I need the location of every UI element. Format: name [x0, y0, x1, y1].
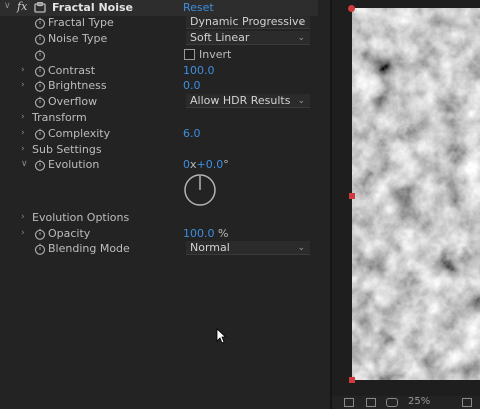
complexity-value[interactable]: 6.0	[183, 127, 201, 140]
expand-caret-icon[interactable]: ›	[21, 128, 25, 138]
evolution-row: ∨ Evolution 0x+0.0°	[0, 157, 318, 173]
complexity-row: › Complexity 6.0	[0, 126, 318, 142]
evolution-angle-dial[interactable]	[183, 173, 217, 207]
stopwatch-icon[interactable]	[34, 65, 46, 77]
chevron-down-icon: ⌄	[297, 243, 305, 253]
evolution-label: Evolution	[48, 158, 100, 171]
stopwatch-icon[interactable]	[34, 228, 46, 240]
blending-mode-dropdown[interactable]: Normal ⌄	[186, 241, 310, 255]
stopwatch-icon[interactable]	[34, 243, 46, 255]
noise-type-row: Noise Type Soft Linear ⌄	[0, 31, 318, 47]
evolution-value[interactable]: 0x+0.0°	[183, 158, 229, 171]
safe-margins-icon[interactable]	[462, 398, 472, 407]
expand-caret-icon[interactable]: ›	[21, 144, 25, 154]
opacity-number[interactable]: 100.0	[183, 227, 215, 240]
evolution-degree-sign: °	[223, 158, 229, 171]
invert-row: Invert	[0, 47, 318, 63]
invert-label: Invert	[199, 48, 232, 61]
snapshot-icon[interactable]	[344, 398, 354, 407]
transparency-grid-icon[interactable]	[386, 398, 398, 407]
expand-caret-icon[interactable]: ›	[21, 80, 25, 90]
chevron-down-icon: ⌄	[297, 96, 305, 106]
overflow-dropdown[interactable]: Allow HDR Results ⌄	[186, 94, 310, 108]
expand-caret-icon[interactable]: ›	[21, 228, 25, 238]
stopwatch-icon[interactable]	[34, 128, 46, 140]
sub-settings-group-row[interactable]: › Sub Settings	[0, 142, 318, 158]
expand-caret-icon[interactable]: ›	[21, 65, 25, 75]
effect-preset-icon[interactable]	[34, 1, 46, 13]
stopwatch-icon[interactable]	[34, 96, 46, 108]
collapse-caret-icon[interactable]: ∨	[4, 1, 11, 11]
brightness-label: Brightness	[48, 79, 107, 92]
evolution-options-group-row[interactable]: › Evolution Options	[0, 210, 318, 226]
blending-mode-value: Normal	[190, 241, 230, 254]
stopwatch-icon[interactable]	[34, 159, 46, 171]
contrast-label: Contrast	[48, 64, 96, 77]
overflow-label: Overflow	[48, 95, 98, 108]
contrast-row: › Contrast 100.0	[0, 63, 318, 79]
contrast-value[interactable]: 100.0	[183, 64, 215, 77]
reset-button[interactable]: Reset	[183, 1, 214, 14]
fractal-type-value: Dynamic Progressive	[190, 15, 306, 28]
sub-settings-label: Sub Settings	[32, 143, 102, 156]
evolution-degrees[interactable]: +0.0	[197, 158, 224, 171]
brightness-value[interactable]: 0.0	[183, 79, 201, 92]
chevron-down-icon: ⌄	[297, 33, 305, 43]
overflow-row: Overflow Allow HDR Results ⌄	[0, 94, 318, 110]
fractal-type-label: Fractal Type	[48, 16, 114, 29]
effect-header[interactable]: ∨ fx Fractal Noise Reset	[0, 0, 318, 16]
transform-group-row[interactable]: › Transform	[0, 110, 318, 126]
noise-type-label: Noise Type	[48, 32, 108, 45]
effect-controls-panel: ∨ fx Fractal Noise Reset Fractal Type Dy…	[0, 0, 330, 409]
noise-type-dropdown[interactable]: Soft Linear ⌄	[186, 31, 310, 45]
layer-handle-bottom-left[interactable]	[349, 377, 355, 383]
brightness-row: › Brightness 0.0	[0, 78, 318, 94]
expand-caret-icon[interactable]: ›	[21, 112, 25, 122]
stopwatch-icon[interactable]	[34, 33, 46, 45]
evolution-revolutions[interactable]: 0	[183, 158, 190, 171]
blending-mode-row: Blending Mode Normal ⌄	[0, 241, 318, 257]
stopwatch-icon[interactable]	[34, 49, 46, 61]
zoom-level[interactable]: 25%	[408, 396, 430, 407]
invert-checkbox[interactable]	[184, 49, 195, 60]
fractal-noise-preview	[352, 8, 480, 380]
transform-label: Transform	[32, 111, 87, 124]
fx-toggle-icon[interactable]: fx	[17, 0, 27, 13]
evolution-options-label: Evolution Options	[32, 211, 130, 224]
opacity-unit: %	[218, 227, 229, 240]
opacity-label: Opacity	[48, 227, 91, 240]
layer-handle-left-middle[interactable]	[349, 193, 355, 199]
stopwatch-icon[interactable]	[34, 80, 46, 92]
stopwatch-icon[interactable]	[34, 17, 46, 29]
opacity-value[interactable]: 100.0 %	[183, 227, 228, 240]
chevron-down-icon: ⌄	[297, 17, 305, 27]
expand-caret-icon[interactable]: ›	[21, 212, 25, 222]
viewer-toolbar: 25%	[332, 396, 480, 409]
blending-mode-label: Blending Mode	[48, 242, 130, 255]
fractal-type-dropdown[interactable]: Dynamic Progressive ⌄	[186, 15, 310, 29]
complexity-label: Complexity	[48, 127, 111, 140]
opacity-row: › Opacity 100.0 %	[0, 226, 318, 242]
effect-name: Fractal Noise	[52, 1, 134, 14]
fractal-type-row: Fractal Type Dynamic Progressive ⌄	[0, 15, 318, 31]
region-icon[interactable]	[366, 398, 376, 407]
overflow-value: Allow HDR Results	[190, 94, 291, 107]
noise-type-value: Soft Linear	[190, 31, 250, 44]
collapse-caret-icon[interactable]: ∨	[21, 159, 28, 169]
mouse-cursor-icon	[216, 328, 227, 344]
anchor-handle[interactable]	[348, 5, 355, 12]
